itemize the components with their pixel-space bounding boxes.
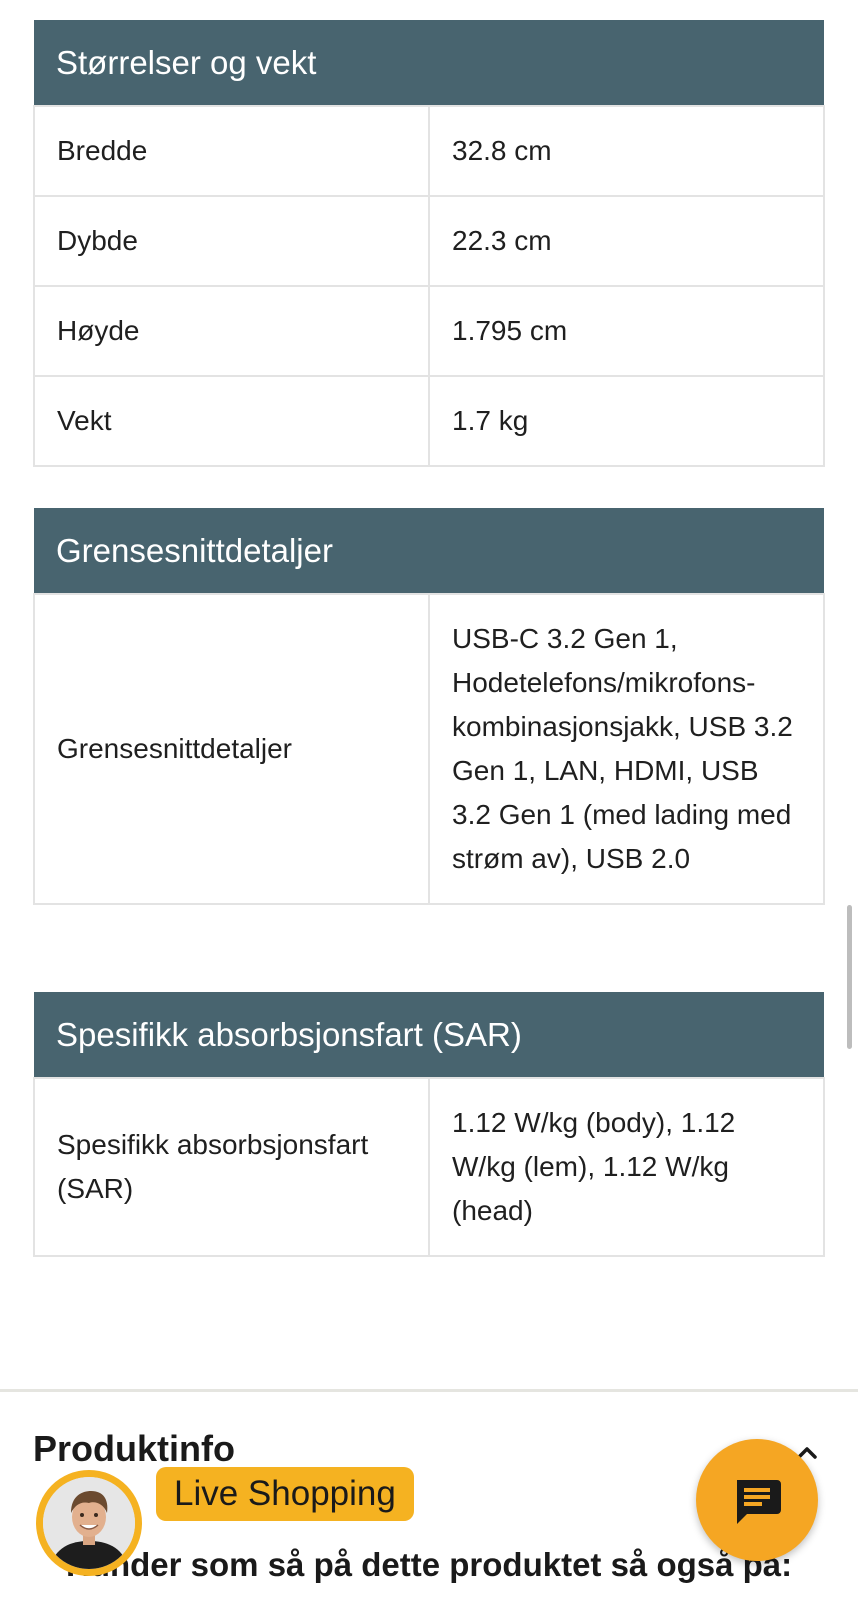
produktinfo-title[interactable]: Produktinfo <box>33 1428 235 1470</box>
section-divider <box>0 1389 858 1392</box>
spec-label: Grensesnittdetaljer <box>33 593 430 905</box>
spec-value: 32.8 cm <box>428 105 825 197</box>
table-row: Høyde 1.795 cm <box>33 285 825 377</box>
spec-value: 1.12 W/kg (body), 1.12 W/kg (lem), 1.12 … <box>428 1077 825 1257</box>
spec-value: 22.3 cm <box>428 195 825 287</box>
spec-label: Bredde <box>33 105 430 197</box>
person-avatar-icon <box>43 1477 135 1569</box>
spec-label: Spesifikk absorbsjonsfart (SAR) <box>33 1077 430 1257</box>
page-scrollbar[interactable] <box>847 905 852 1049</box>
table-row: Bredde 32.8 cm <box>33 105 825 197</box>
spec-value: USB-C 3.2 Gen 1, Hodetelefons/mikrofons-… <box>428 593 825 905</box>
spec-label: Vekt <box>33 375 430 467</box>
live-shopping-button[interactable]: Live Shopping <box>156 1467 414 1521</box>
customers-also-viewed-title: Kunder som så på dette produktet så også… <box>66 1546 793 1583</box>
live-shopping-avatar[interactable] <box>36 1470 142 1576</box>
sar-table: Spesifikk absorbsjonsfart (SAR) Spesifik… <box>33 992 825 1257</box>
table-row: Dybde 22.3 cm <box>33 195 825 287</box>
chat-button[interactable] <box>696 1439 818 1561</box>
sizes-weight-heading: Størrelser og vekt <box>34 20 824 106</box>
spec-value: 1.7 kg <box>428 375 825 467</box>
sar-heading: Spesifikk absorbsjonsfart (SAR) <box>34 992 824 1078</box>
sizes-weight-table: Størrelser og vekt Bredde 32.8 cm Dybde … <box>33 20 825 467</box>
table-row: Spesifikk absorbsjonsfart (SAR) 1.12 W/k… <box>33 1077 825 1257</box>
table-row: Vekt 1.7 kg <box>33 375 825 467</box>
interface-details-table: Grensesnittdetaljer Grensesnittdetaljer … <box>33 508 825 905</box>
table-row: Grensesnittdetaljer USB-C 3.2 Gen 1, Hod… <box>33 593 825 905</box>
spec-label: Høyde <box>33 285 430 377</box>
chat-bubble-icon <box>737 1480 781 1524</box>
interface-details-heading: Grensesnittdetaljer <box>34 508 824 594</box>
spec-label: Dybde <box>33 195 430 287</box>
spec-value: 1.795 cm <box>428 285 825 377</box>
